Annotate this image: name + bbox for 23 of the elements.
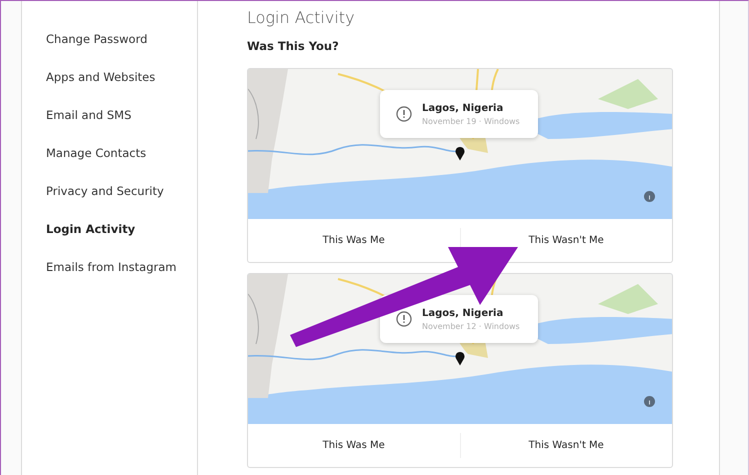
- sidebar-link[interactable]: Change Password: [46, 31, 148, 48]
- sidebar-link[interactable]: Emails from Instagram: [46, 259, 176, 276]
- login-details: November 12 · Windows: [422, 322, 520, 330]
- alert-icon: [396, 106, 412, 122]
- page-title: Login Activity: [247, 7, 355, 29]
- map-pin-icon: [455, 351, 465, 366]
- login-details: November 19 · Windows: [422, 116, 520, 126]
- alert-icon: [396, 311, 412, 327]
- sidebar-link[interactable]: Apps and Websites: [46, 69, 156, 86]
- section-heading: Was This You?: [247, 38, 339, 54]
- sidebar-link[interactable]: Login Activity: [46, 221, 136, 238]
- sidebar-link[interactable]: Manage Contacts: [46, 145, 146, 162]
- login-action-button[interactable]: This Wasn't Me: [528, 439, 604, 452]
- login-action-button[interactable]: This Was Me: [322, 234, 385, 247]
- sidebar-link[interactable]: Email and SMS: [46, 107, 132, 124]
- login-action-button[interactable]: This Wasn't Me: [528, 234, 604, 247]
- location-name: Lagos, Nigeria: [422, 308, 504, 318]
- info-icon: [644, 191, 655, 202]
- sidebar-link[interactable]: Privacy and Security: [46, 183, 164, 200]
- login-action-button[interactable]: This Was Me: [322, 439, 385, 452]
- info-icon: [644, 396, 655, 407]
- location-name: Lagos, Nigeria: [422, 102, 504, 114]
- map-pin-icon: [455, 146, 465, 161]
